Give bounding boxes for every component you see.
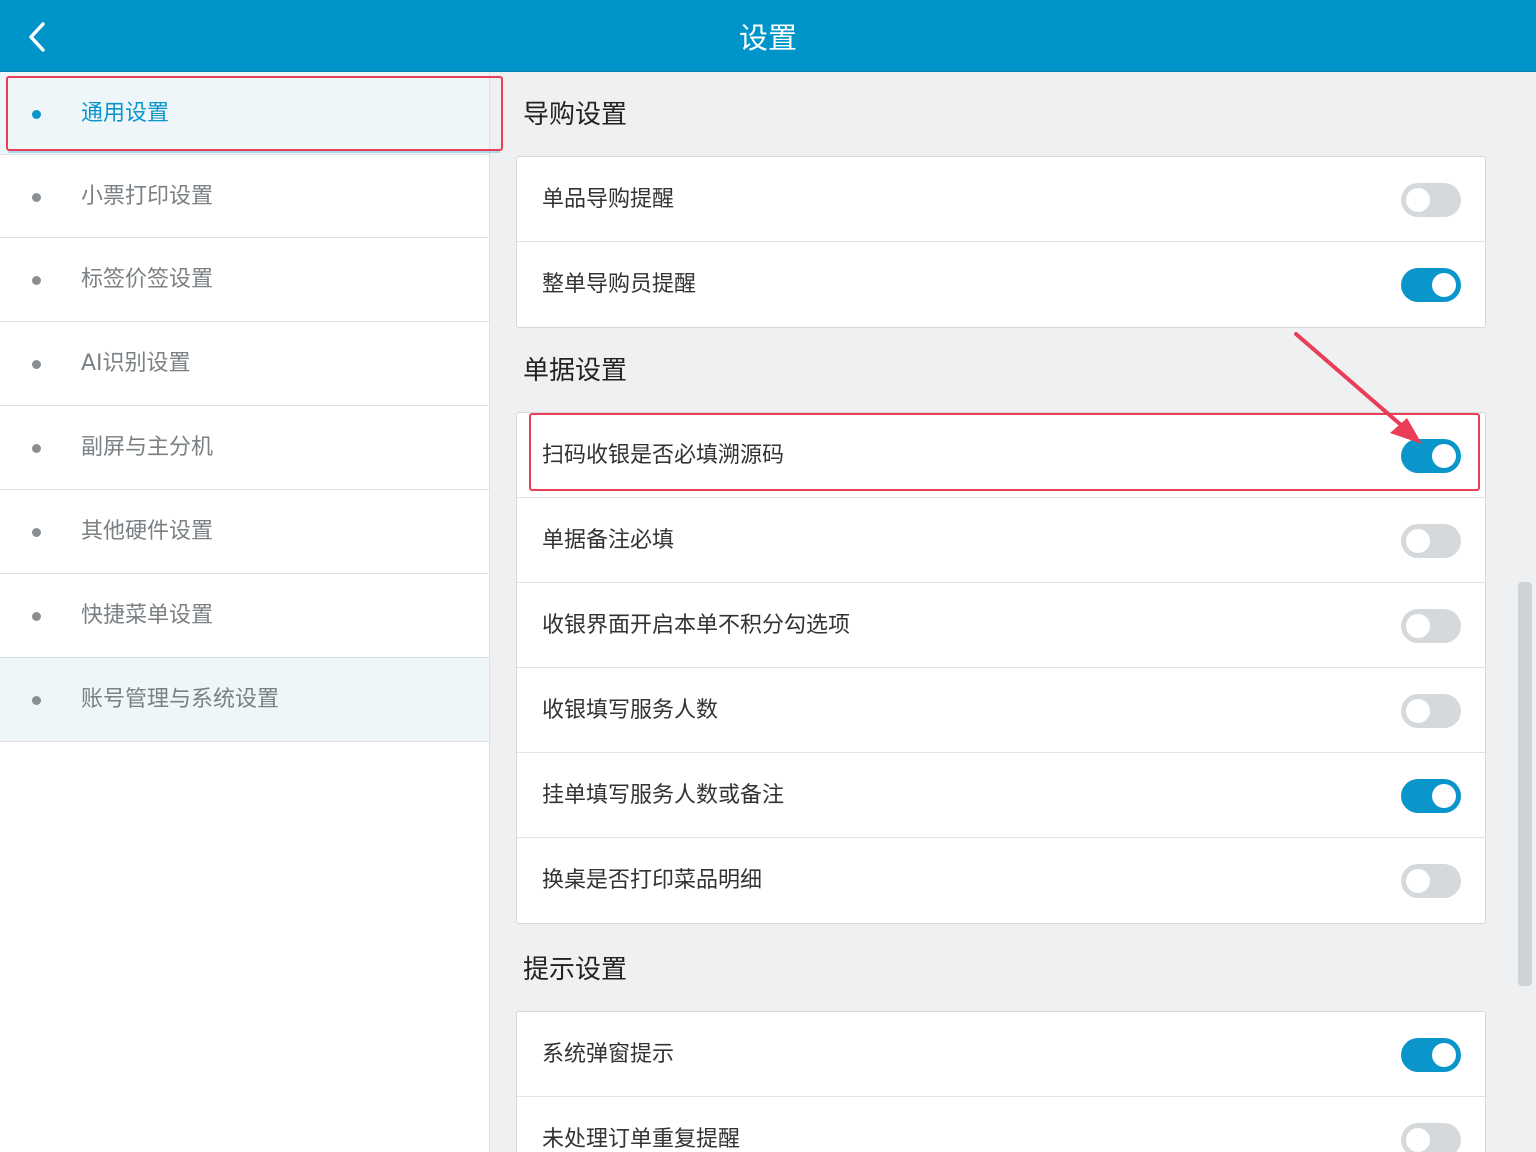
setting-row: 单据备注必填 (517, 498, 1485, 583)
setting-label: 系统弹窗提示 (542, 1042, 675, 1067)
sidebar-item-label: 副屏与主分机 (81, 435, 214, 460)
bullet-icon (32, 444, 41, 453)
toggle-switch[interactable] (1401, 1038, 1461, 1072)
setting-label: 未处理订单重复提醒 (542, 1127, 741, 1152)
setting-row: 收银界面开启本单不积分勾选项 (517, 583, 1485, 668)
sidebar-item-label: 标签价签设置 (81, 267, 214, 292)
setting-label: 单品导购提醒 (542, 187, 675, 212)
bullet-icon (32, 110, 41, 119)
setting-label: 挂单填写服务人数或备注 (542, 783, 785, 808)
setting-label: 收银填写服务人数 (542, 698, 719, 723)
toggle-knob (1432, 444, 1456, 468)
settings-card-shopping-guide: 单品导购提醒 整单导购员提醒 (516, 156, 1486, 328)
setting-label: 整单导购员提醒 (542, 272, 697, 297)
bullet-icon (32, 276, 41, 285)
scrollbar-thumb[interactable] (1518, 582, 1532, 986)
toggle-switch[interactable] (1401, 524, 1461, 558)
toggle-knob (1406, 699, 1430, 723)
bullet-icon (32, 612, 41, 621)
setting-row: 挂单填写服务人数或备注 (517, 753, 1485, 838)
toggle-switch[interactable] (1401, 439, 1461, 473)
bullet-icon (32, 696, 41, 705)
bullet-icon (32, 528, 41, 537)
toggle-switch[interactable] (1401, 268, 1461, 302)
toggle-knob (1432, 273, 1456, 297)
settings-card-documents: 扫码收银是否必填溯源码 单据备注必填 收银界面开启本单不积分勾选项 收银填写服务… (516, 412, 1486, 924)
toggle-switch[interactable] (1401, 183, 1461, 217)
toggle-switch[interactable] (1401, 779, 1461, 813)
toggle-knob (1406, 188, 1430, 212)
setting-label: 收银界面开启本单不积分勾选项 (542, 613, 851, 638)
toggle-knob (1406, 614, 1430, 638)
page-title: 设置 (738, 21, 797, 55)
setting-row: 收银填写服务人数 (517, 668, 1485, 753)
setting-row: 单品导购提醒 (517, 157, 1485, 242)
setting-label: 换桌是否打印菜品明细 (542, 868, 763, 893)
setting-row: 系统弹窗提示 (517, 1012, 1485, 1097)
setting-label: 扫码收银是否必填溯源码 (542, 443, 785, 468)
toggle-switch[interactable] (1401, 609, 1461, 643)
toggle-knob (1432, 784, 1456, 808)
sidebar-item-label: 其他硬件设置 (81, 519, 214, 544)
toggle-knob (1432, 1043, 1456, 1067)
sidebar-item-label: 快捷菜单设置 (81, 603, 214, 628)
section-title-shopping-guide: 导购设置 (523, 100, 628, 130)
sidebar-item-label: 账号管理与系统设置 (81, 687, 280, 712)
settings-card-notifications: 系统弹窗提示 未处理订单重复提醒 (516, 1011, 1486, 1152)
setting-row: 换桌是否打印菜品明细 (517, 838, 1485, 923)
sidebar-item-ai-recognition[interactable]: AI识别设置 (0, 322, 489, 406)
settings-content: 导购设置 单品导购提醒 整单导购员提醒 单据设置 扫码收银是否必填溯源码 单据备… (490, 72, 1512, 1152)
toggle-knob (1406, 1128, 1430, 1152)
toggle-switch[interactable] (1401, 1123, 1461, 1152)
sidebar-item-receipt-print[interactable]: 小票打印设置 (0, 154, 489, 238)
toggle-switch[interactable] (1401, 864, 1461, 898)
setting-row: 扫码收银是否必填溯源码 (517, 413, 1485, 498)
sidebar-item-secondary-screen[interactable]: 副屏与主分机 (0, 406, 489, 490)
setting-row: 未处理订单重复提醒 (517, 1097, 1485, 1152)
sidebar-item-shortcut-menu[interactable]: 快捷菜单设置 (0, 574, 489, 658)
bullet-icon (32, 193, 41, 202)
section-title-documents: 单据设置 (523, 356, 628, 386)
setting-label: 单据备注必填 (542, 528, 675, 553)
section-title-notifications: 提示设置 (523, 955, 628, 985)
toggle-knob (1406, 869, 1430, 893)
sidebar-item-label-price[interactable]: 标签价签设置 (0, 238, 489, 322)
top-bar: 设置 (0, 0, 1536, 72)
toggle-switch[interactable] (1401, 694, 1461, 728)
toggle-knob (1406, 529, 1430, 553)
bullet-icon (32, 360, 41, 369)
sidebar-item-label: 小票打印设置 (81, 184, 214, 209)
active-item-underline (8, 151, 500, 153)
setting-row: 整单导购员提醒 (517, 242, 1485, 327)
sidebar-item-label: 通用设置 (81, 101, 170, 126)
sidebar-item-label: AI识别设置 (81, 351, 191, 376)
sidebar-item-other-hardware[interactable]: 其他硬件设置 (0, 490, 489, 574)
sidebar: 通用设置 小票打印设置 标签价签设置 AI识别设置 副屏与主分机 其他硬件设置 … (0, 72, 490, 1152)
sidebar-item-general[interactable]: 通用设置 (0, 72, 489, 154)
sidebar-item-account-system[interactable]: 账号管理与系统设置 (0, 658, 489, 742)
